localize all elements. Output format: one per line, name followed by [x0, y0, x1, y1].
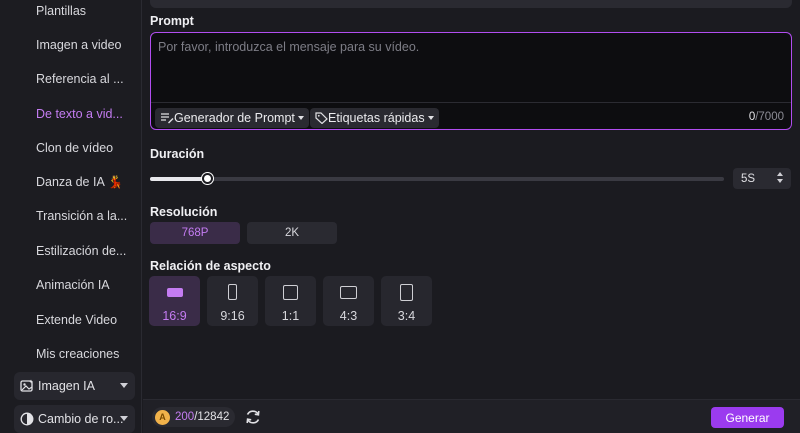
sidebar-item-estilizacion[interactable]: Estilización de... [36, 244, 126, 258]
credits-badge: A 200 /12842 [152, 407, 236, 427]
duration-slider-handle[interactable] [202, 173, 214, 184]
prompt-generator-button[interactable]: Generador de Prompt [155, 108, 309, 128]
character-max: /7000 [755, 111, 784, 123]
list-edit-icon [161, 113, 174, 124]
resolution-option-768p[interactable]: 768P [150, 222, 240, 244]
sidebar-group-label: Imagen IA [38, 379, 95, 393]
aspect-option-1-1[interactable]: 1:1 [265, 276, 316, 326]
generate-button[interactable]: Generar [711, 407, 784, 428]
character-counter: 0/7000 [749, 111, 784, 123]
duration-slider-fill [150, 177, 208, 181]
chevron-down-icon [120, 383, 128, 388]
coin-icon: A [155, 409, 170, 425]
duration-select[interactable]: 5S [733, 168, 791, 189]
quick-tags-label: Etiquetas rápidas [328, 111, 425, 125]
caret-down-icon [297, 116, 304, 120]
top-panel-edge [150, 0, 792, 8]
aspect-option-label: 3:4 [397, 309, 416, 323]
sidebar-item-texto-a-video[interactable]: De texto a vid... [36, 107, 123, 121]
sidebar-item-plantillas[interactable]: Plantillas [36, 4, 86, 18]
aspect-option-3-4[interactable]: 3:4 [381, 276, 432, 326]
credits-total: /12842 [194, 411, 230, 423]
sidebar-group-label: Cambio de ro... [38, 412, 124, 426]
up-down-icon [777, 172, 783, 183]
sidebar-item-extende-video[interactable]: Extende Video [36, 313, 117, 327]
credits-used: 200 [175, 411, 195, 423]
tag-icon [315, 112, 328, 124]
quick-tags-button[interactable]: Etiquetas rápidas [310, 108, 439, 128]
aspect-option-label: 9:16 [220, 309, 245, 323]
sidebar-item-imagen-a-video[interactable]: Imagen a video [36, 38, 121, 52]
refresh-icon[interactable] [244, 408, 262, 426]
sidebar-item-danza-ia[interactable]: Danza de IA 💃 [36, 175, 123, 190]
sidebar: Plantillas Imagen a video Referencia al … [0, 0, 142, 433]
bottom-bar: A 200 /12842 Generar [143, 399, 800, 433]
chevron-down-icon [120, 416, 128, 421]
prompt-input[interactable] [153, 36, 789, 102]
square-ratio-icon [283, 285, 298, 300]
prompt-label: Prompt [150, 14, 194, 28]
sidebar-item-clon-de-video[interactable]: Clon de vídeo [36, 141, 113, 155]
duration-value: 5S [741, 172, 756, 185]
sidebar-group-cambio-de-rostro[interactable]: Cambio de ro... [14, 405, 135, 433]
sidebar-group-imagen-ia[interactable]: Imagen IA [14, 372, 135, 400]
sidebar-item-transicion[interactable]: Transición a la... [36, 209, 127, 223]
face-swap-icon [20, 412, 34, 426]
portrait-ratio-icon [228, 284, 237, 300]
main-panel: Prompt Generador de Prompt Etiquetas ráp… [143, 0, 800, 433]
caret-down-icon [427, 116, 434, 120]
sidebar-item-mis-creaciones[interactable]: Mis creaciones [36, 347, 119, 361]
duration-slider[interactable] [150, 173, 724, 184]
aspect-option-4-3[interactable]: 4:3 [323, 276, 374, 326]
resolution-option-2k[interactable]: 2K [247, 222, 337, 244]
aspect-option-16-9[interactable]: 16:9 [149, 276, 200, 326]
resolution-label: Resolución [150, 205, 218, 219]
prompt-generator-label: Generador de Prompt [174, 111, 295, 125]
aspect-ratio-label: Relación de aspecto [150, 259, 271, 273]
image-ai-icon [20, 379, 33, 392]
duration-label: Duración [150, 147, 205, 161]
prompt-box: Generador de Prompt Etiquetas rápidas 0/… [150, 32, 792, 130]
aspect-option-9-16[interactable]: 9:16 [207, 276, 258, 326]
aspect-option-label: 1:1 [281, 309, 300, 323]
aspect-option-label: 4:3 [339, 309, 358, 323]
portrait-ratio-icon [400, 284, 413, 301]
aspect-option-label: 16:9 [162, 309, 187, 323]
prompt-divider [151, 102, 791, 103]
sidebar-item-animacion-ia[interactable]: Animación IA [36, 278, 110, 292]
landscape-ratio-icon [167, 288, 183, 297]
sidebar-item-referencia[interactable]: Referencia al ... [36, 72, 124, 86]
landscape-ratio-icon [340, 286, 357, 299]
